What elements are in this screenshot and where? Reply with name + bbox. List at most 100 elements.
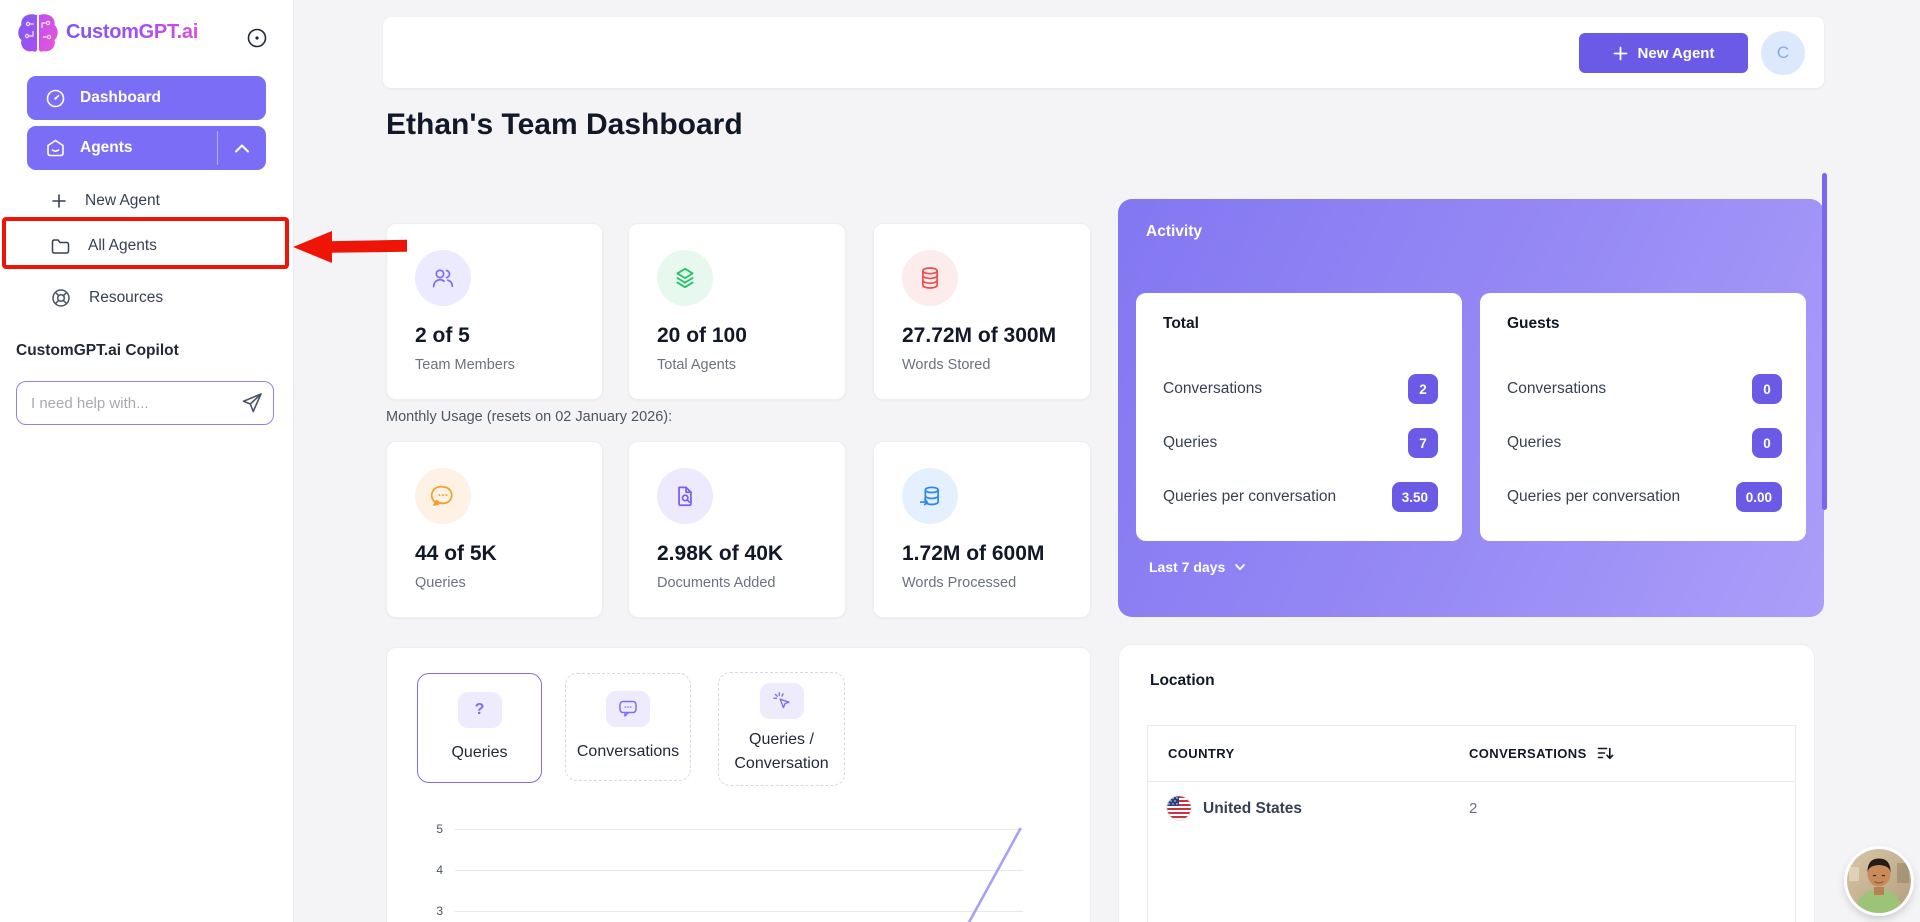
sort-descending-icon[interactable] xyxy=(1596,744,1615,763)
location-table-row: United States 2 xyxy=(1148,782,1795,834)
activity-row: Conversations 2 xyxy=(1163,373,1438,405)
chat-outline-icon xyxy=(606,690,650,727)
column-header-country: COUNTRY xyxy=(1168,746,1235,761)
location-table-header: COUNTRY CONVERSATIONS xyxy=(1148,726,1795,782)
sidebar: CustomGPT.ai Dashboard Agents New Agent xyxy=(0,0,294,922)
location-panel: Location COUNTRY CONVERSATIONS United St… xyxy=(1118,644,1815,922)
activity-row: Conversations 0 xyxy=(1507,373,1782,405)
stat-card-team-members: 2 of 5 Team Members xyxy=(386,223,603,400)
tab-label: Queries / Conversation xyxy=(734,731,829,772)
tab-queries[interactable]: ? Queries xyxy=(417,673,542,783)
question-icon: ? xyxy=(457,691,502,728)
activity-row: Queries 7 xyxy=(1163,427,1438,459)
sidebar-item-all-agents[interactable]: All Agents xyxy=(27,226,266,266)
chevron-up-icon xyxy=(235,144,249,153)
y-axis-tick: 3 xyxy=(436,904,443,918)
activity-row-value-badge: 0.00 xyxy=(1735,482,1782,512)
stat-label: Total Agents xyxy=(657,357,736,373)
stat-value: 1.72M of 600M xyxy=(902,542,1045,565)
chart-line xyxy=(967,827,1022,922)
stat-value: 2.98K of 40K xyxy=(657,542,784,565)
tab-queries-per-conversation[interactable]: Queries / Conversation xyxy=(718,672,845,786)
stat-value: 2 of 5 xyxy=(415,324,470,347)
activity-row: Queries 0 xyxy=(1507,427,1782,459)
chevron-down-icon xyxy=(1235,564,1246,571)
activity-title: Activity xyxy=(1146,223,1202,240)
conversations-count: 2 xyxy=(1469,800,1478,817)
sidebar-item-agents[interactable]: Agents xyxy=(27,126,266,170)
copilot-input[interactable] xyxy=(16,381,274,425)
tab-conversations[interactable]: Conversations xyxy=(565,673,691,781)
sidebar-item-label: Agents xyxy=(80,139,133,156)
copilot-send-button[interactable] xyxy=(240,390,266,416)
stat-card-total-agents: 20 of 100 Total Agents xyxy=(628,223,846,400)
y-axis-tick: 5 xyxy=(436,822,443,836)
activity-row-value-badge: 2 xyxy=(1408,374,1438,404)
gauge-icon xyxy=(46,89,65,107)
activity-row-label: Conversations xyxy=(1507,380,1607,397)
stat-value: 27.72M of 300M xyxy=(902,324,1057,347)
presenter-webcam-avatar[interactable] xyxy=(1847,849,1911,913)
activity-card-title: Guests xyxy=(1507,315,1560,332)
sidebar-collapse-button[interactable] xyxy=(246,26,270,50)
stat-label: Team Members xyxy=(415,357,515,373)
country-name: United States xyxy=(1203,800,1303,817)
user-avatar[interactable]: C xyxy=(1761,31,1805,75)
brand-logo[interactable]: CustomGPT.ai xyxy=(16,10,198,54)
activity-row-label: Queries xyxy=(1507,434,1562,451)
date-range-dropdown[interactable]: Last 7 days xyxy=(1149,559,1247,575)
y-axis-tick: 4 xyxy=(436,863,443,877)
agents-collapse-toggle[interactable] xyxy=(231,138,253,160)
scrollbar-thumb[interactable] xyxy=(1822,173,1827,510)
stat-value: 44 of 5K xyxy=(415,542,497,565)
tab-label: Conversations xyxy=(576,742,680,760)
sidebar-item-new-agent[interactable]: New Agent xyxy=(27,182,266,220)
divider xyxy=(216,131,218,165)
cursor-click-icon xyxy=(759,683,804,720)
plus-icon xyxy=(52,194,66,208)
stat-card-queries: 44 of 5K Queries xyxy=(386,441,603,618)
new-agent-button-label: New Agent xyxy=(1637,44,1715,62)
folder-icon xyxy=(51,238,70,254)
stat-value: 20 of 100 xyxy=(657,324,747,347)
brand-name: CustomGPT.ai xyxy=(66,20,198,43)
layers-icon xyxy=(657,250,713,306)
database-import-icon xyxy=(902,468,958,524)
new-agent-button[interactable]: New Agent xyxy=(1579,33,1748,73)
location-title: Location xyxy=(1150,672,1215,689)
activity-card-guests: Guests Conversations 0 Queries 0 Queries… xyxy=(1480,293,1806,541)
activity-row-label: Queries per conversation xyxy=(1163,488,1337,505)
sidebar-item-dashboard[interactable]: Dashboard xyxy=(27,76,266,120)
stat-label: Words Stored xyxy=(902,357,991,373)
page-title: Ethan's Team Dashboard xyxy=(386,108,743,141)
stat-card-words-processed: 1.72M of 600M Words Processed xyxy=(873,441,1091,618)
sidebar-item-label: Dashboard xyxy=(80,89,161,106)
activity-panel: Activity Total Conversations 2 Queries 7… xyxy=(1118,199,1824,617)
column-header-conversations: CONVERSATIONS xyxy=(1469,746,1587,761)
activity-row-label: Queries per conversation xyxy=(1507,488,1681,505)
activity-card-title: Total xyxy=(1163,315,1199,332)
date-range-label: Last 7 days xyxy=(1149,559,1226,575)
activity-row-value-badge: 0 xyxy=(1752,428,1782,458)
stat-label: Documents Added xyxy=(657,575,776,591)
circle-dot-icon xyxy=(247,28,267,48)
users-icon xyxy=(415,250,471,306)
copilot-title: CustomGPT.ai Copilot xyxy=(16,342,179,359)
activity-row-label: Conversations xyxy=(1163,380,1263,397)
sidebar-item-label: New Agent xyxy=(85,192,160,209)
activity-row-value-badge: 7 xyxy=(1408,428,1438,458)
activity-row: Queries per conversation 0.00 xyxy=(1507,481,1782,513)
stat-label: Words Processed xyxy=(902,575,1017,591)
sidebar-item-label: Resources xyxy=(89,289,164,306)
activity-row-label: Queries xyxy=(1163,434,1218,451)
sidebar-item-label: All Agents xyxy=(88,237,157,254)
agent-icon xyxy=(47,139,64,156)
activity-row: Queries per conversation 3.50 xyxy=(1163,481,1438,513)
activity-row-value-badge: 3.50 xyxy=(1391,482,1438,512)
brain-logo-icon xyxy=(18,14,58,52)
tab-label: Queries xyxy=(451,743,508,761)
stat-label: Queries xyxy=(415,575,466,591)
sidebar-item-resources[interactable]: Resources xyxy=(27,279,266,317)
database-icon xyxy=(902,250,958,306)
presenter-photo xyxy=(1847,849,1911,913)
